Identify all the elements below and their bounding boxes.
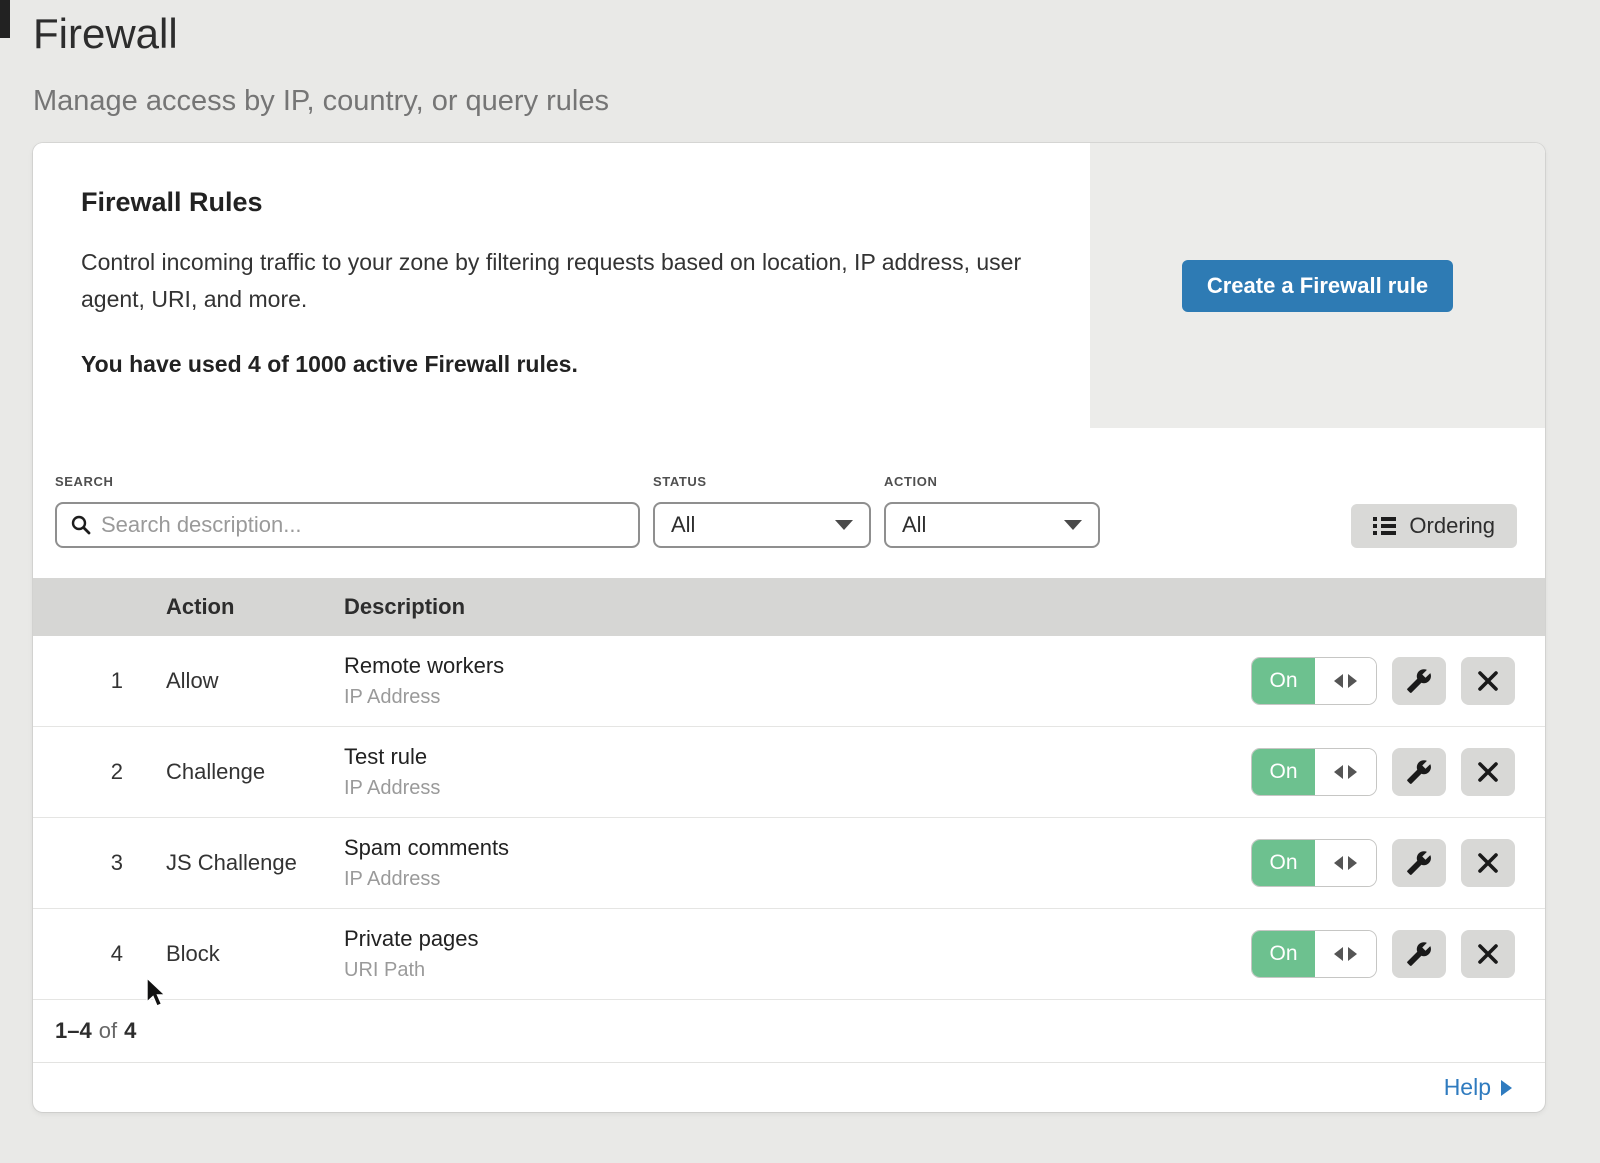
rule-action: Allow [166,668,316,694]
page-subtitle: Manage access by IP, country, or query r… [33,85,1600,118]
table-header: Action Description [33,578,1545,636]
rule-enabled-toggle[interactable]: On [1251,839,1377,887]
rule-controls: On [1251,839,1545,887]
table-row: 4 Block Private pages URI Path On [33,909,1545,1000]
close-icon [1476,760,1500,784]
status-selected-value: All [671,512,695,538]
rule-enabled-toggle[interactable]: On [1251,930,1377,978]
rule-description: Test rule [344,744,1251,770]
toggle-on-label: On [1252,931,1315,977]
search-field-group: SEARCH [55,474,640,548]
toggle-arrows-icon [1315,749,1376,795]
delete-rule-button[interactable] [1461,748,1515,796]
rule-description: Spam comments [344,835,1251,861]
rule-action: JS Challenge [166,850,316,876]
intro-heading: Firewall Rules [81,187,1030,218]
rule-action: Challenge [166,759,316,785]
rule-priority: 3 [33,850,123,876]
search-label: SEARCH [55,474,640,489]
pagination: 1–4 of 4 [33,1000,1545,1062]
toggle-on-label: On [1252,658,1315,704]
rule-controls: On [1251,930,1545,978]
edit-rule-button[interactable] [1392,748,1446,796]
rule-action: Block [166,941,316,967]
firewall-rules-card: Firewall Rules Control incoming traffic … [33,143,1545,1112]
action-column-header: Action [166,594,316,620]
rule-enabled-toggle[interactable]: On [1251,657,1377,705]
close-icon [1476,942,1500,966]
close-icon [1476,669,1500,693]
page-title: Firewall [33,8,1600,61]
pagination-range: 1–4 [55,1018,92,1044]
toggle-arrows-icon [1315,931,1376,977]
page-header: Firewall Manage access by IP, country, o… [0,0,1600,118]
wrench-icon [1406,941,1432,967]
ordering-list-icon [1373,517,1396,535]
search-icon [70,514,92,536]
help-link-label: Help [1444,1074,1491,1101]
edit-rule-button[interactable] [1392,839,1446,887]
edit-rule-button[interactable] [1392,930,1446,978]
toggle-on-label: On [1252,749,1315,795]
create-rule-panel: Create a Firewall rule [1090,143,1545,428]
toggle-arrows-icon [1315,840,1376,886]
pagination-of: of [99,1018,117,1044]
table-row: 2 Challenge Test rule IP Address On [33,727,1545,818]
toggle-on-label: On [1252,840,1315,886]
screen-edge-artifact [0,0,10,38]
create-firewall-rule-button[interactable]: Create a Firewall rule [1182,260,1453,312]
intro-section: Firewall Rules Control incoming traffic … [33,143,1545,428]
rule-description-cell: Remote workers IP Address [344,653,1251,709]
action-select[interactable]: All [884,502,1100,548]
table-row: 3 JS Challenge Spam comments IP Address … [33,818,1545,909]
rule-description-cell: Spam comments IP Address [344,835,1251,891]
table-row: 1 Allow Remote workers IP Address On [33,636,1545,727]
rule-description: Private pages [344,926,1251,952]
wrench-icon [1406,850,1432,876]
intro-description: Control incoming traffic to your zone by… [81,244,1030,318]
rule-match-type: IP Address [344,777,1251,800]
search-input[interactable] [101,512,625,538]
rule-description-cell: Test rule IP Address [344,744,1251,800]
pagination-total: 4 [124,1018,136,1044]
chevron-down-icon [835,520,853,530]
rule-priority: 4 [33,941,123,967]
usage-summary: You have used 4 of 1000 active Firewall … [81,351,1030,378]
status-select[interactable]: All [653,502,871,548]
status-field-group: STATUS All [653,474,871,548]
action-selected-value: All [902,512,926,538]
rule-match-type: IP Address [344,868,1251,891]
intro-text-panel: Firewall Rules Control incoming traffic … [33,143,1090,428]
delete-rule-button[interactable] [1461,930,1515,978]
toggle-arrows-icon [1315,658,1376,704]
rule-match-type: IP Address [344,686,1251,709]
rule-priority: 2 [33,759,123,785]
ordering-button[interactable]: Ordering [1351,504,1517,548]
edit-rule-button[interactable] [1392,657,1446,705]
help-arrow-icon [1501,1080,1512,1096]
delete-rule-button[interactable] [1461,657,1515,705]
action-label: ACTION [884,474,1100,489]
description-column-header: Description [344,594,1545,620]
search-box[interactable] [55,502,640,548]
ordering-button-label: Ordering [1409,513,1495,539]
action-field-group: ACTION All [884,474,1100,548]
rule-controls: On [1251,748,1545,796]
rule-priority: 1 [33,668,123,694]
wrench-icon [1406,668,1432,694]
filter-bar: SEARCH STATUS All ACTION All [33,428,1545,578]
delete-rule-button[interactable] [1461,839,1515,887]
rule-controls: On [1251,657,1545,705]
card-footer: Help [33,1062,1545,1112]
wrench-icon [1406,759,1432,785]
chevron-down-icon [1064,520,1082,530]
rule-match-type: URI Path [344,959,1251,982]
status-label: STATUS [653,474,871,489]
close-icon [1476,851,1500,875]
rule-description: Remote workers [344,653,1251,679]
help-link[interactable]: Help [1444,1074,1512,1101]
rule-enabled-toggle[interactable]: On [1251,748,1377,796]
rule-description-cell: Private pages URI Path [344,926,1251,982]
